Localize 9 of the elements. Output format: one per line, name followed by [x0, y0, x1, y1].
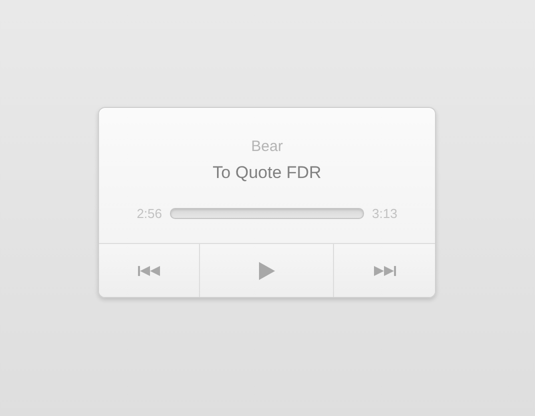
play-button[interactable]: [200, 244, 334, 297]
next-button[interactable]: [334, 244, 435, 297]
artist-name: Bear: [251, 138, 283, 156]
progress-track[interactable]: [170, 208, 364, 219]
previous-icon: [138, 266, 160, 276]
previous-button[interactable]: [99, 244, 200, 297]
play-icon: [258, 262, 274, 280]
song-title: To Quote FDR: [212, 162, 322, 184]
next-icon: [374, 266, 396, 276]
